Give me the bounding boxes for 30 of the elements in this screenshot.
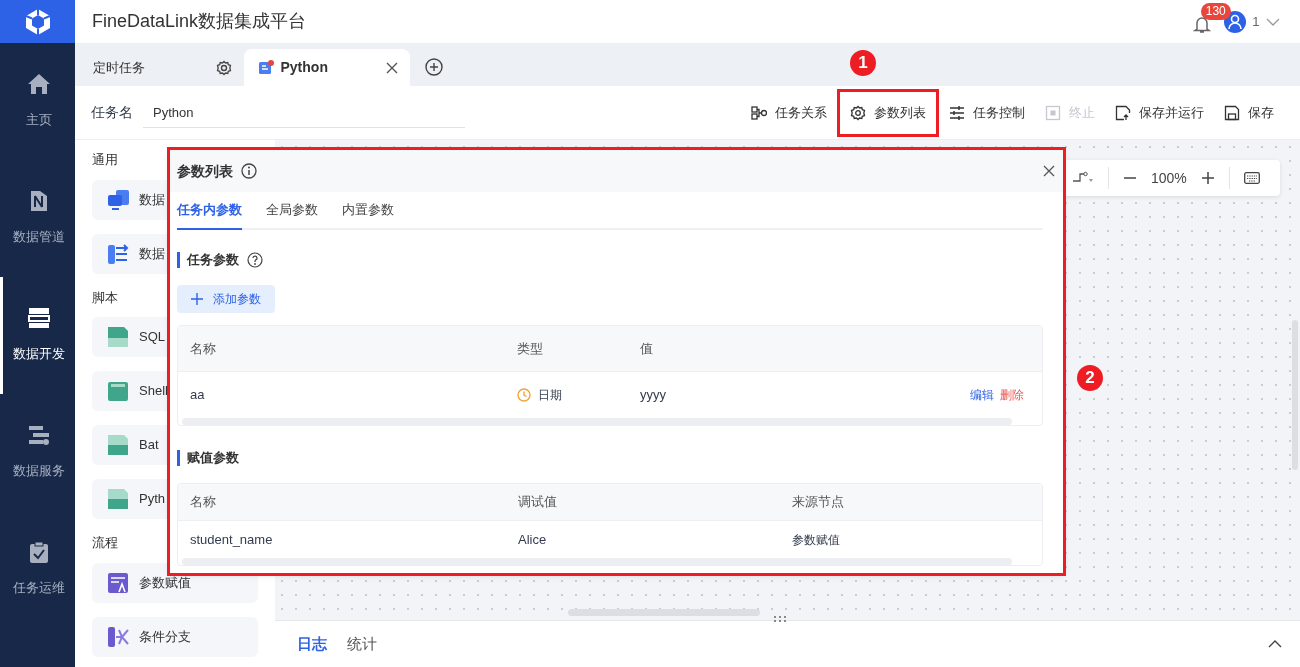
section-title: 赋值参数 [187,449,239,468]
nav-label: 数据服务 [13,462,65,481]
table-cell-text: Alice [518,530,548,549]
palette-heading: 脚本 [92,288,118,307]
palette-heading: 通用 [92,151,118,169]
palette-heading: 流程 [92,534,118,552]
column-header: 名称 [190,339,217,358]
table-cell-text: 参数赋值 [792,531,841,549]
zoom-level: 100% [1151,168,1187,188]
panel-title: 参数列表 [177,161,233,181]
table-cell-text: yyyy [640,386,667,405]
user-name: 1 [1252,12,1260,31]
nav-label: 任务运维 [13,579,65,598]
tab-label: 定时任务 [93,58,145,77]
nav-label: 主页 [26,111,52,130]
column-header: 值 [640,339,654,358]
task-name-label: 任务名 [91,103,133,122]
nav-label: 数据开发 [13,345,65,364]
column-header: 调试值 [518,493,558,512]
section-title: 任务参数 [187,251,239,270]
nav-label: 数据管道 [13,228,65,247]
column-header: 类型 [517,339,544,358]
notification-badge: 130 [1200,3,1231,21]
app-title: FineDataLink数据集成平台 [92,10,307,33]
column-header: 来源节点 [792,493,845,512]
tab-label: Python [280,58,328,77]
table-cell-text: 日期 [537,387,562,404]
column-header: 名称 [190,493,217,512]
table-cell-text: aa [190,386,206,405]
table-cell-text: student_name [190,530,274,549]
